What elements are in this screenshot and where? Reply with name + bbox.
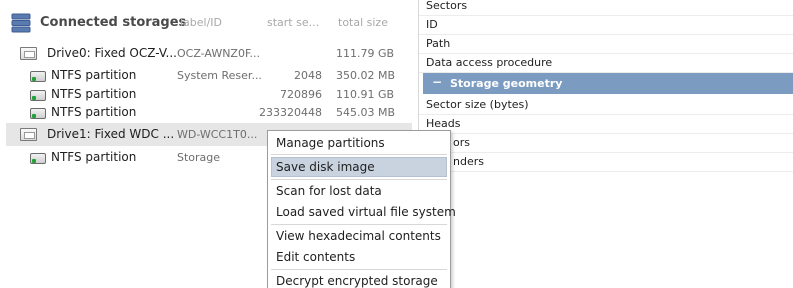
partition-label: Storage <box>177 151 221 164</box>
tree-header: Connected storages label/ID start se... … <box>0 0 418 40</box>
property-row-path[interactable]: Path <box>419 34 793 54</box>
menu-item-label: Edit contents <box>276 250 356 264</box>
drive-label: OCZ-AWNZ0F... <box>177 47 261 60</box>
partition-name: NTFS partition <box>51 150 137 164</box>
menu-item-decrypt-storage[interactable]: Decrypt encrypted storage <box>271 271 447 288</box>
drive-label: WD-WCC1T0... <box>177 128 258 141</box>
menu-separator <box>271 269 447 270</box>
tree-row-drive0[interactable]: Drive0: Fixed OCZ-V... OCZ-AWNZ0F... 111… <box>0 44 412 63</box>
menu-item-label: Decrypt encrypted storage <box>276 274 438 288</box>
property-name: ID <box>426 18 438 31</box>
menu-item-load-virtual-fs[interactable]: Load saved virtual file system <box>271 202 456 222</box>
property-row-sectors[interactable]: Sectors <box>419 0 793 16</box>
partition-size: 110.91 GB <box>336 88 395 101</box>
collapse-icon[interactable]: − <box>432 75 442 89</box>
partition-start: 233320448 <box>259 106 322 119</box>
property-name: Data access procedure <box>426 56 553 69</box>
menu-separator <box>271 154 447 155</box>
column-start-sector[interactable]: start se... <box>267 16 319 29</box>
tree-row-partition[interactable]: NTFS partition 233320448 545.03 MB <box>0 103 412 122</box>
column-label-id[interactable]: label/ID <box>180 16 222 29</box>
menu-item-save-disk-image[interactable]: Save disk image <box>271 157 447 177</box>
property-row-sector-size[interactable]: Sector size (bytes) <box>419 95 793 115</box>
partition-name: NTFS partition <box>51 68 137 82</box>
partition-label: System Reser... <box>177 69 262 82</box>
partition-name: NTFS partition <box>51 87 137 101</box>
hard-disk-icon <box>20 47 37 60</box>
menu-separator <box>271 224 447 225</box>
hard-disk-icon <box>20 128 37 141</box>
partition-icon <box>30 90 46 101</box>
property-name: Heads <box>426 117 461 130</box>
partition-start: 720896 <box>280 88 322 101</box>
property-name: Sector size (bytes) <box>426 98 529 111</box>
tree-row-partition[interactable]: NTFS partition 720896 110.91 GB <box>0 85 412 104</box>
properties-pane: Sectors ID Path Data access procedure − … <box>418 0 793 288</box>
menu-item-label: Scan for lost data <box>276 184 382 198</box>
partition-start: 2048 <box>294 69 322 82</box>
property-name: nders <box>453 155 484 168</box>
tree-title: Connected storages <box>40 15 187 30</box>
property-row-heads[interactable]: Heads <box>419 114 793 134</box>
property-row-id[interactable]: ID <box>419 15 793 35</box>
tree-row-partition[interactable]: NTFS partition System Reser... 2048 350.… <box>0 66 412 85</box>
partition-icon <box>30 153 46 164</box>
property-name: ors <box>453 136 470 149</box>
partition-size: 545.03 MB <box>336 106 396 119</box>
partition-icon <box>30 108 46 119</box>
drive-name: Drive1: Fixed WDC ... <box>47 127 175 141</box>
menu-separator <box>271 179 447 180</box>
menu-item-edit-contents[interactable]: Edit contents <box>271 247 447 267</box>
menu-item-view-hex[interactable]: View hexadecimal contents <box>271 226 447 246</box>
context-menu: Manage partitions Save disk image Scan f… <box>267 130 456 288</box>
partition-name: NTFS partition <box>51 105 137 119</box>
section-storage-geometry[interactable]: − Storage geometry <box>423 73 793 94</box>
menu-item-label: Load saved virtual file system <box>276 205 456 219</box>
partition-size: 350.02 MB <box>336 69 396 82</box>
column-total-size[interactable]: total size <box>338 16 388 29</box>
property-row-cylinders-partial[interactable]: nders <box>419 152 793 172</box>
partition-icon <box>30 71 46 82</box>
menu-item-scan-lost-data[interactable]: Scan for lost data <box>271 181 447 201</box>
property-row-sectors-partial[interactable]: ors <box>419 133 793 153</box>
property-name: Path <box>426 37 451 50</box>
drive-size: 111.79 GB <box>336 47 395 60</box>
menu-item-label: Save disk image <box>276 160 375 174</box>
property-name: Sectors <box>426 0 468 12</box>
menu-item-label: View hexadecimal contents <box>276 229 441 243</box>
menu-item-manage-partitions[interactable]: Manage partitions <box>271 133 447 153</box>
section-title: Storage geometry <box>450 77 563 90</box>
drive-name: Drive0: Fixed OCZ-V... <box>47 46 177 60</box>
storages-icon <box>11 13 31 33</box>
property-row-data-access[interactable]: Data access procedure <box>419 53 793 73</box>
menu-item-label: Manage partitions <box>276 136 385 150</box>
